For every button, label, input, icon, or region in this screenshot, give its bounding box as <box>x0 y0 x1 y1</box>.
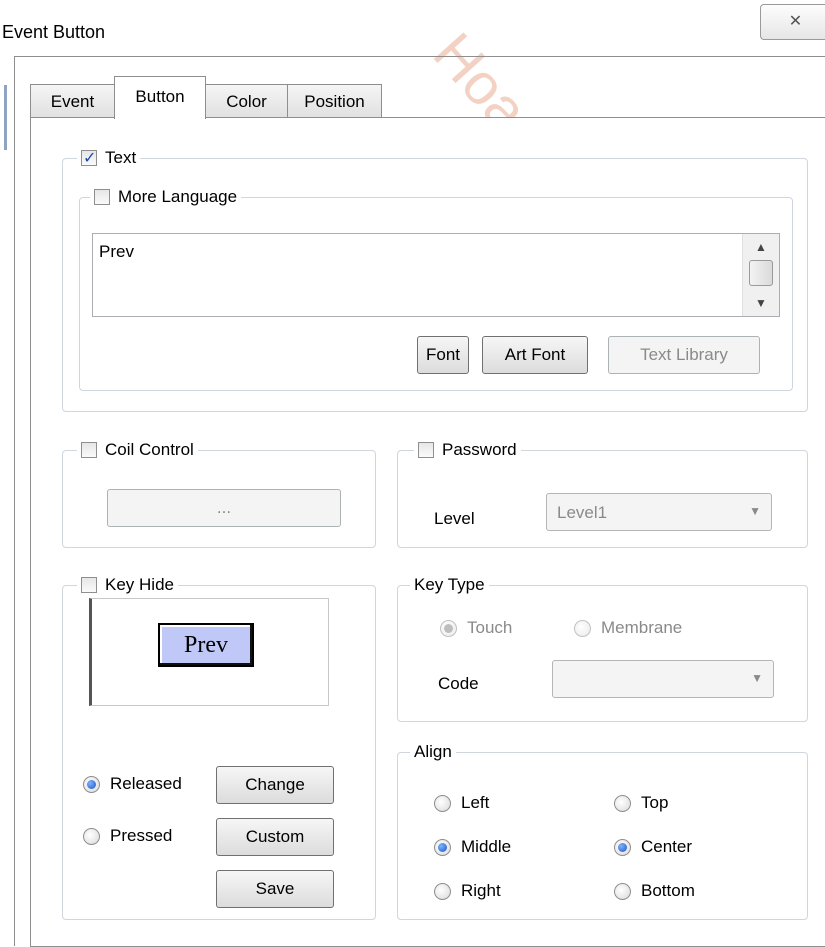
align-bottom-option[interactable]: Bottom <box>614 881 695 901</box>
text-checkbox[interactable] <box>81 148 97 168</box>
change-button[interactable]: Change <box>216 766 334 804</box>
align-left-radio[interactable] <box>434 794 451 812</box>
window-edge <box>4 85 7 150</box>
align-middle-label: Middle <box>461 837 512 856</box>
more-language-group: More Language Prev ▲ ▼ Font Art Font Tex… <box>79 187 793 391</box>
align-left-option[interactable]: Left <box>434 793 489 813</box>
password-group: Password Level Level1 ▼ <box>397 440 808 548</box>
align-middle-option[interactable]: Middle <box>434 837 511 857</box>
level-label: Level <box>434 509 475 528</box>
touch-label: Touch <box>467 618 513 637</box>
key-type-group: Key Type Touch Membrane Code ▼ <box>397 575 808 722</box>
pressed-option[interactable]: Pressed <box>83 826 172 846</box>
tab-color[interactable]: Color <box>205 84 288 118</box>
align-right-radio[interactable] <box>434 882 451 900</box>
align-group: Align Left Middle Right Top Center Botto… <box>397 742 808 920</box>
more-language-checkbox[interactable] <box>94 189 110 205</box>
chevron-down-icon: ▼ <box>751 671 763 685</box>
align-middle-radio[interactable] <box>434 838 451 856</box>
button-text-value: Prev <box>99 242 134 261</box>
membrane-label: Membrane <box>601 618 683 637</box>
released-label: Released <box>110 774 182 793</box>
key-hide-label: Key Hide <box>105 575 174 594</box>
key-hide-group: Key Hide Prev Released Pressed Change Cu… <box>62 575 376 920</box>
text-library-button[interactable]: Text Library <box>608 336 760 374</box>
key-type-label: Key Type <box>414 575 485 594</box>
pressed-label: Pressed <box>110 826 173 845</box>
text-group: Text More Language Prev ▲ ▼ Font Art Fon… <box>62 148 808 412</box>
button-preview-pane: Prev <box>89 598 329 706</box>
code-label: Code <box>438 674 479 693</box>
close-button[interactable]: ✕ <box>760 4 825 40</box>
more-language-label: More Language <box>118 187 238 206</box>
released-option[interactable]: Released <box>83 774 182 794</box>
tab-event[interactable]: Event <box>30 84 115 118</box>
align-top-radio[interactable] <box>614 794 631 812</box>
align-right-label: Right <box>461 881 501 900</box>
coil-control-legend: Coil Control <box>77 440 198 460</box>
align-bottom-radio[interactable] <box>614 882 631 900</box>
button-text-input[interactable]: Prev ▲ ▼ <box>92 233 780 317</box>
password-label: Password <box>442 440 517 459</box>
more-language-legend: More Language <box>90 187 242 207</box>
align-top-option[interactable]: Top <box>614 793 668 813</box>
code-select[interactable]: ▼ <box>552 660 774 698</box>
align-top-label: Top <box>641 793 669 812</box>
membrane-radio[interactable] <box>574 619 591 637</box>
align-center-option[interactable]: Center <box>614 837 692 857</box>
text-scrollbar[interactable]: ▲ ▼ <box>742 234 779 316</box>
level-select-value: Level1 <box>557 503 608 522</box>
align-legend: Align <box>410 742 456 762</box>
custom-button[interactable]: Custom <box>216 818 334 856</box>
scroll-down-icon[interactable]: ▼ <box>743 294 779 312</box>
touch-option[interactable]: Touch <box>440 618 512 638</box>
tab-button[interactable]: Button <box>114 76 206 119</box>
window-title: Event Button <box>2 22 106 42</box>
align-center-label: Center <box>641 837 693 856</box>
text-checkbox-label: Text <box>105 148 137 167</box>
touch-radio[interactable] <box>440 619 457 637</box>
chevron-down-icon: ▼ <box>749 504 761 518</box>
align-center-radio[interactable] <box>614 838 631 856</box>
tab-position[interactable]: Position <box>287 84 382 118</box>
button-preview: Prev <box>158 623 254 667</box>
scroll-up-icon[interactable]: ▲ <box>743 238 779 256</box>
membrane-option[interactable]: Membrane <box>574 618 682 638</box>
key-hide-legend: Key Hide <box>77 575 178 595</box>
password-checkbox[interactable] <box>418 442 434 458</box>
password-legend: Password <box>414 440 521 460</box>
key-hide-checkbox[interactable] <box>81 577 97 593</box>
save-button[interactable]: Save <box>216 870 334 908</box>
coil-control-checkbox[interactable] <box>81 442 97 458</box>
tab-bar: Event Button Color Position <box>30 75 825 119</box>
font-button[interactable]: Font <box>417 336 469 374</box>
align-bottom-label: Bottom <box>641 881 695 900</box>
key-type-legend: Key Type <box>410 575 489 595</box>
coil-control-label: Coil Control <box>105 440 194 459</box>
close-icon: ✕ <box>788 13 803 30</box>
align-label: Align <box>414 742 452 761</box>
coil-control-browse-button[interactable]: ... <box>107 489 341 527</box>
pressed-radio[interactable] <box>83 827 100 845</box>
released-radio[interactable] <box>83 775 100 793</box>
art-font-button[interactable]: Art Font <box>482 336 588 374</box>
scroll-thumb[interactable] <box>749 260 773 286</box>
level-select[interactable]: Level1 ▼ <box>546 493 772 531</box>
align-right-option[interactable]: Right <box>434 881 501 901</box>
coil-control-group: Coil Control ... <box>62 440 376 548</box>
text-group-legend: Text <box>77 148 141 168</box>
align-left-label: Left <box>461 793 490 812</box>
